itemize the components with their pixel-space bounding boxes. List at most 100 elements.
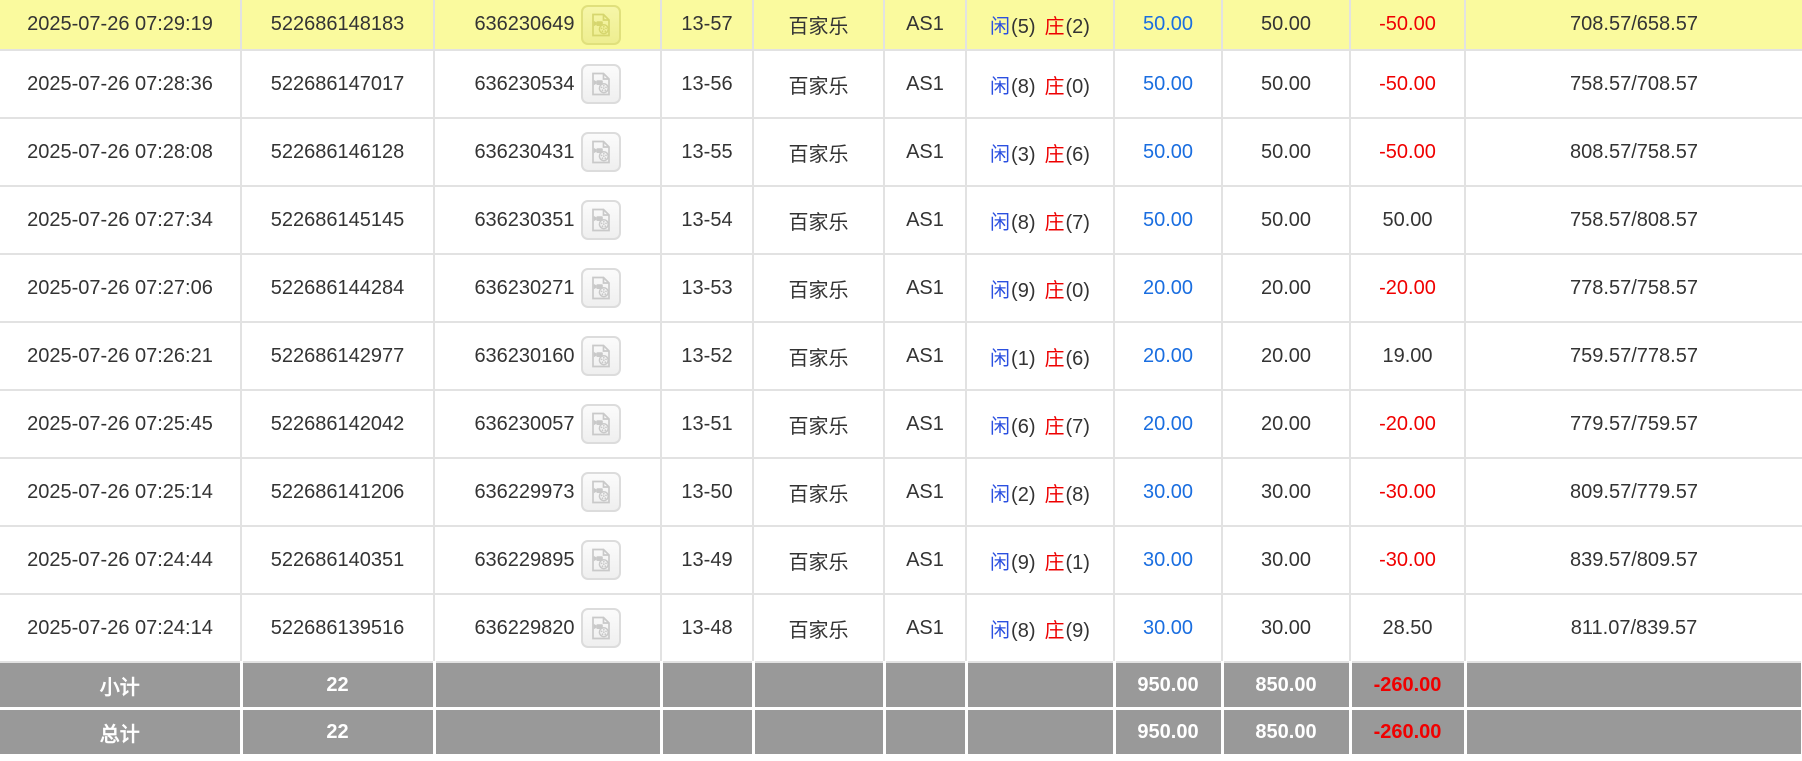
video-replay-button[interactable]: [580, 608, 621, 648]
total-row: 总计 22 950.00 850.00 -260.00: [0, 708, 1802, 754]
empty-cell: [661, 662, 755, 710]
video-replay-button[interactable]: [580, 132, 621, 172]
video-replay-button[interactable]: [580, 64, 621, 104]
bet-amount: 50.00: [1114, 118, 1223, 187]
valid-amount: 30.00: [1222, 526, 1351, 595]
round-number: 13-52: [661, 322, 754, 391]
subtotal-label: 小计: [0, 662, 243, 710]
empty-cell: [884, 708, 968, 754]
valid-amount: 30.00: [1222, 458, 1351, 527]
table-row[interactable]: 2025-07-26 07:29:19 522686148183 6362306…: [0, 0, 1802, 51]
winloss-amount: -30.00: [1350, 458, 1466, 527]
banker-score: (6): [1065, 143, 1090, 166]
video-replay-button[interactable]: [580, 404, 621, 444]
table-code: AS1: [884, 458, 967, 527]
round-number: 13-49: [661, 526, 754, 595]
valid-amount: 20.00: [1222, 254, 1351, 323]
table-row[interactable]: 2025-07-26 07:24:44 522686140351 6362298…: [0, 526, 1802, 595]
bet-amount: 20.00: [1114, 254, 1223, 323]
table-code: AS1: [884, 0, 967, 51]
table-row[interactable]: 2025-07-26 07:25:14 522686141206 6362299…: [0, 458, 1802, 527]
banker-score: (8): [1065, 483, 1090, 506]
round-number: 13-51: [661, 390, 754, 459]
video-replay-button[interactable]: [580, 4, 621, 45]
banker-label: 庄: [1044, 619, 1065, 642]
game-id: 636229973: [474, 480, 575, 503]
bet-id: 522686139516: [241, 594, 435, 663]
banker-score: (9): [1065, 619, 1090, 642]
game-type: 百家乐: [753, 322, 885, 391]
valid-amount: 50.00: [1222, 0, 1351, 51]
game-id-cell: 636229895: [434, 526, 662, 595]
bet-amount: 20.00: [1114, 322, 1223, 391]
video-replay-button[interactable]: [580, 268, 621, 308]
winloss-amount: -50.00: [1350, 118, 1466, 187]
video-replay-button[interactable]: [580, 540, 621, 580]
bet-id: 522686142042: [241, 390, 435, 459]
balance: 778.57/758.57: [1465, 254, 1802, 323]
empty-cell: [434, 662, 663, 710]
balance: 839.57/809.57: [1465, 526, 1802, 595]
player-score: (8): [1011, 619, 1036, 642]
bet-history-table: 2025-07-26 07:29:19 522686148183 6362306…: [0, 0, 1802, 754]
round-number: 13-50: [661, 458, 754, 527]
game-type: 百家乐: [753, 526, 885, 595]
empty-cell: [1465, 662, 1802, 710]
bet-amount: 30.00: [1114, 526, 1223, 595]
table-row[interactable]: 2025-07-26 07:28:08 522686146128 6362304…: [0, 118, 1802, 187]
banker-label: 庄: [1044, 211, 1065, 234]
table-row[interactable]: 2025-07-26 07:25:45 522686142042 6362300…: [0, 390, 1802, 459]
banker-score: (6): [1065, 347, 1090, 370]
banker-label: 庄: [1044, 347, 1065, 370]
bet-id: 522686140351: [241, 526, 435, 595]
bet-time: 2025-07-26 07:28:08: [0, 118, 242, 187]
game-type: 百家乐: [753, 458, 885, 527]
video-replay-button[interactable]: [580, 200, 621, 240]
bet-time: 2025-07-26 07:24:44: [0, 526, 242, 595]
table-code: AS1: [884, 254, 967, 323]
valid-amount: 20.00: [1222, 322, 1351, 391]
game-id: 636229895: [474, 548, 575, 571]
video-replay-button[interactable]: [580, 472, 621, 512]
table-code: AS1: [884, 322, 967, 391]
bet-amount: 30.00: [1114, 458, 1223, 527]
total-count: 22: [241, 708, 436, 754]
table-row[interactable]: 2025-07-26 07:27:06 522686144284 6362302…: [0, 254, 1802, 323]
player-label: 闲: [990, 483, 1011, 506]
balance: 811.07/839.57: [1465, 594, 1802, 663]
subtotal-row: 小计 22 950.00 850.00 -260.00: [0, 662, 1802, 710]
game-id: 636230160: [474, 344, 575, 367]
game-id: 636229820: [474, 616, 575, 639]
bet-time: 2025-07-26 07:25:45: [0, 390, 242, 459]
bet-time: 2025-07-26 07:28:36: [0, 50, 242, 119]
player-score: (8): [1011, 75, 1036, 98]
game-type: 百家乐: [753, 0, 885, 51]
winloss-amount: 50.00: [1350, 186, 1466, 255]
banker-label: 庄: [1044, 279, 1065, 302]
balance: 809.57/779.57: [1465, 458, 1802, 527]
round-number: 13-54: [661, 186, 754, 255]
player-score: (6): [1011, 415, 1036, 438]
game-id-cell: 636229820: [434, 594, 662, 663]
subtotal-valid: 850.00: [1222, 662, 1352, 710]
banker-score: (7): [1065, 415, 1090, 438]
table-row[interactable]: 2025-07-26 07:26:21 522686142977 6362301…: [0, 322, 1802, 391]
result-cell: 闲(8) 庄(0): [966, 50, 1115, 119]
game-id-cell: 636230160: [434, 322, 662, 391]
game-type: 百家乐: [753, 594, 885, 663]
subtotal-bet: 950.00: [1114, 662, 1224, 710]
table-row[interactable]: 2025-07-26 07:27:34 522686145145 6362303…: [0, 186, 1802, 255]
video-file-icon: [589, 72, 613, 96]
video-file-icon: [589, 140, 613, 164]
game-type: 百家乐: [753, 390, 885, 459]
result-cell: 闲(6) 庄(7): [966, 390, 1115, 459]
table-row[interactable]: 2025-07-26 07:24:14 522686139516 6362298…: [0, 594, 1802, 663]
game-type: 百家乐: [753, 50, 885, 119]
table-row[interactable]: 2025-07-26 07:28:36 522686147017 6362305…: [0, 50, 1802, 119]
player-label: 闲: [990, 211, 1011, 234]
banker-label: 庄: [1044, 75, 1065, 98]
valid-amount: 50.00: [1222, 118, 1351, 187]
result-cell: 闲(8) 庄(9): [966, 594, 1115, 663]
video-replay-button[interactable]: [580, 336, 621, 376]
video-file-icon: [589, 276, 613, 300]
